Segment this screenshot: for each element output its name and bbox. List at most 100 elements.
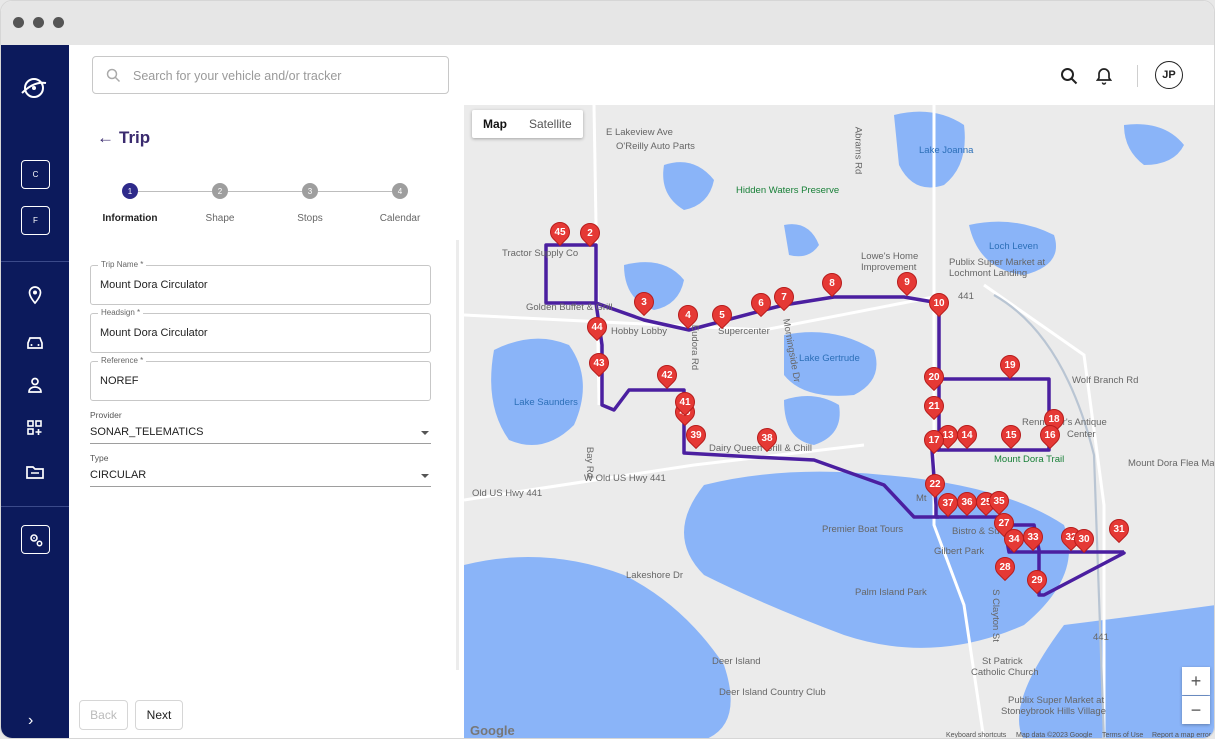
step-information-number[interactable]: 1 [122, 183, 138, 199]
place-eudora: Eudora Rd [689, 324, 701, 371]
stop-number: 21 [928, 400, 940, 412]
place-deer-island-club: Deer Island Country Club [719, 687, 826, 698]
headsign-field[interactable]: Headsign * Mount Dora Circulator [90, 308, 431, 353]
step-shape-label[interactable]: Shape [180, 213, 260, 224]
lake-water-small [784, 396, 840, 445]
stop-number: 44 [591, 321, 603, 333]
search-icon[interactable] [1060, 67, 1078, 85]
bell-icon[interactable] [1096, 67, 1112, 85]
place-publix-2: Lochmont Landing [949, 268, 1028, 279]
settings-button[interactable] [21, 525, 50, 554]
type-value: CIRCULAR [90, 469, 147, 481]
lake-water-southwest [464, 557, 731, 738]
step-shape-number[interactable]: 2 [212, 183, 228, 199]
next-button[interactable]: Next [135, 700, 183, 730]
step-calendar-label[interactable]: Calendar [360, 213, 440, 224]
place-lake-joanna: Lake Joanna [919, 145, 974, 156]
place-publix-4: Stoneybrook Hills Village [1001, 706, 1106, 717]
trip-name-label: Trip Name * [98, 260, 147, 269]
keyboard-shortcuts-link[interactable]: Keyboard shortcuts [946, 732, 1006, 738]
panel-scrollbar[interactable] [456, 240, 459, 670]
search-icon [106, 68, 121, 83]
lake-water-north-small [784, 224, 819, 257]
report-error-link[interactable]: Report a map error [1152, 732, 1211, 738]
window-dot-minimize[interactable] [33, 17, 44, 28]
stop-number: 34 [1008, 533, 1020, 545]
stop-number: 6 [758, 297, 764, 309]
stop-number: 15 [1005, 429, 1017, 441]
lake-water-north [663, 162, 714, 210]
place-st-patrick-1: St Patrick [982, 656, 1023, 667]
place-st-patrick-2: Catholic Church [971, 667, 1039, 678]
place-w-old-us-441: W Old US Hwy 441 [584, 473, 666, 484]
stop-number: 35 [993, 495, 1005, 507]
app-logo-icon[interactable] [19, 73, 49, 103]
stepper-connector [318, 191, 392, 192]
trip-name-field[interactable]: Trip Name * Mount Dora Circulator [90, 260, 431, 305]
back-button[interactable]: Back [79, 700, 128, 730]
back-arrow-icon[interactable]: ← [97, 128, 114, 148]
place-renninger-2: Center [1067, 429, 1096, 440]
step-calendar-number[interactable]: 4 [392, 183, 408, 199]
place-oreilly: O'Reilly Auto Parts [616, 141, 695, 152]
fleet-selector-button[interactable]: F [21, 206, 50, 235]
step-stops-label[interactable]: Stops [270, 213, 350, 224]
user-avatar[interactable]: JP [1155, 61, 1183, 89]
map-data-attribution: Map data ©2023 Google [1016, 732, 1093, 739]
place-lakeshore: Lakeshore Dr [626, 570, 684, 581]
stop-number: 29 [1031, 574, 1043, 586]
step-stops-number[interactable]: 3 [302, 183, 318, 199]
stop-number: 3 [641, 296, 647, 308]
stop-number: 30 [1078, 533, 1090, 545]
place-old-us-441: Old US Hwy 441 [472, 488, 543, 499]
window-dot-maximize[interactable] [53, 17, 64, 28]
headsign-label: Headsign * [98, 308, 144, 317]
map-type-satellite-button[interactable]: Satellite [518, 110, 583, 138]
place-premier-boat: Premier Boat Tours [822, 524, 904, 535]
sidebar-expand-icon[interactable]: › [28, 712, 33, 730]
stop-number: 36 [961, 496, 973, 508]
company-selector-button[interactable]: C [21, 160, 50, 189]
apps-add-icon[interactable] [25, 418, 45, 438]
reference-label: Reference * [98, 356, 147, 365]
stop-number: 45 [554, 226, 566, 238]
place-abrams: Abrams Rd [852, 126, 864, 175]
terms-of-use-link[interactable]: Terms of Use [1102, 732, 1143, 738]
map-view[interactable]: Map Satellite E Lakeview Ave O'Reilly Au… [464, 105, 1214, 739]
person-icon[interactable] [25, 375, 45, 395]
folder-icon[interactable] [25, 462, 45, 482]
map-type-map-button[interactable]: Map [472, 110, 518, 138]
lake-saunders-water [491, 338, 583, 445]
car-icon[interactable] [25, 333, 45, 353]
place-palm-island: Palm Island Park [855, 587, 927, 598]
window-dot-close[interactable] [13, 17, 24, 28]
step-information-label[interactable]: Information [90, 213, 170, 224]
search-input[interactable]: Search for your vehicle and/or tracker [92, 56, 449, 94]
stop-number: 20 [928, 371, 940, 383]
stop-number: 16 [1044, 429, 1056, 441]
provider-select[interactable]: SONAR_TELEMATICS [90, 422, 431, 444]
provider-value: SONAR_TELEMATICS [90, 426, 204, 438]
stop-number: 4 [685, 309, 691, 321]
reference-value: NOREF [100, 375, 139, 387]
place-wolf-branch: Wolf Branch Rd [1072, 375, 1139, 386]
stop-number: 41 [679, 396, 691, 408]
app-window: C F › Search for your vehicle and/or tra… [0, 0, 1215, 739]
stop-number: 19 [1004, 359, 1016, 371]
topbar: Search for your vehicle and/or tracker J… [69, 45, 1214, 105]
place-supercenter: Supercenter [718, 326, 770, 337]
place-deer-island: Deer Island [712, 656, 761, 667]
stop-number: 5 [719, 309, 725, 321]
lake-water-northeast [1124, 124, 1184, 165]
place-lake-gertrude: Lake Gertrude [799, 353, 860, 364]
stop-number: 9 [904, 276, 910, 288]
location-pin-icon[interactable] [25, 285, 45, 305]
place-bay-rd: Bay Rd [584, 446, 596, 479]
zoom-in-button[interactable]: + [1182, 667, 1210, 695]
reference-field[interactable]: Reference * NOREF [90, 356, 431, 401]
type-select[interactable]: CIRCULAR [90, 465, 431, 487]
search-placeholder: Search for your vehicle and/or tracker [133, 69, 342, 83]
place-mount-dora-trail: Mount Dora Trail [994, 454, 1065, 465]
stop-number: 31 [1113, 523, 1125, 535]
zoom-out-button[interactable]: − [1182, 696, 1210, 724]
